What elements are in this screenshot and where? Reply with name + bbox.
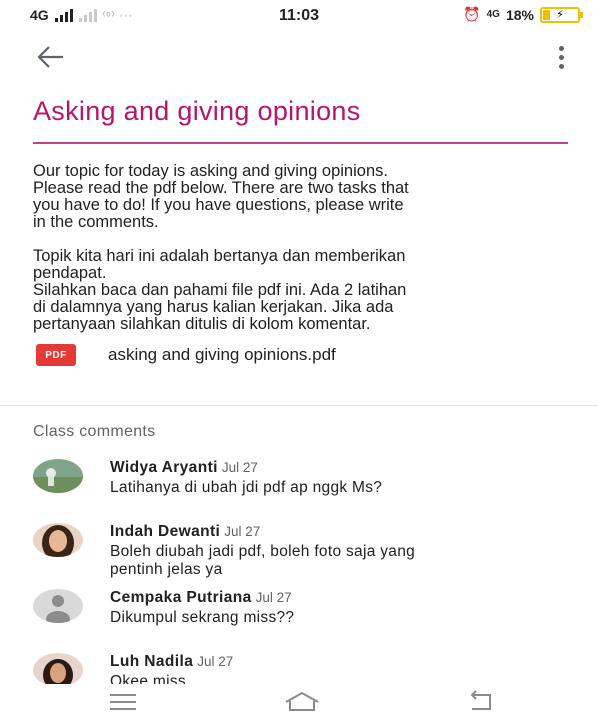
- assignment-description: Our topic for today is asking and giving…: [33, 163, 573, 350]
- attachment-name: asking and giving opinions.pdf: [108, 345, 336, 364]
- comment-author: Indah Dewanti: [110, 523, 221, 540]
- avatar: [33, 589, 83, 623]
- description-paragraph-indonesian: Topik kita hari ini adalah bertanya dan …: [33, 247, 407, 333]
- comment-body: Indah Dewanti Jul 27 Boleh diubah jadi pd…: [110, 523, 570, 579]
- comment-author: Luh Nadila: [110, 653, 194, 670]
- comment-date: Jul 27: [221, 460, 258, 475]
- battery-icon: ⚡: [540, 6, 583, 23]
- comment-body: Widya Aryanti Jul 27 Latihanya di ubah jd…: [110, 459, 570, 497]
- back-arrow-icon[interactable]: [36, 44, 66, 70]
- title-divider: [33, 142, 568, 144]
- comment-author: Widya Aryanti: [110, 459, 218, 476]
- comment-date: Jul 27: [224, 524, 261, 539]
- comment-date: Jul 27: [255, 590, 292, 605]
- status-bar: 4G ⁽ᵒ⁾ ··· 11:03 ⏰ 4G 18% ⚡: [0, 0, 598, 32]
- home-icon[interactable]: [282, 688, 322, 714]
- menu-icon[interactable]: [110, 694, 136, 710]
- class-comments-header[interactable]: Class comments: [33, 423, 155, 441]
- battery-percent: 18%: [505, 6, 534, 23]
- comment-date: Jul 27: [197, 654, 234, 669]
- attachment-item[interactable]: PDF asking and giving opinions.pdf: [36, 344, 336, 366]
- avatar: [33, 523, 83, 557]
- app-bar: [0, 32, 598, 82]
- comment-text: Dikumpul sekrang miss??: [110, 609, 295, 626]
- network-right: 4G: [486, 9, 500, 20]
- avatar: [33, 653, 83, 687]
- page-title: Asking and giving opinions: [33, 96, 361, 126]
- comment-text: Boleh diubah jadi pdf, boleh foto saja y…: [110, 543, 416, 578]
- system-nav-bar: [0, 684, 598, 719]
- more-options-icon[interactable]: [554, 42, 568, 72]
- nav-back-icon[interactable]: [466, 689, 496, 713]
- comment-body: Cempaka Putriana Jul 27 Dikumpul sekrang …: [110, 589, 570, 627]
- comment-text: Latihanya di ubah jdi pdf ap nggk Ms?: [110, 479, 383, 496]
- avatar: [33, 459, 83, 493]
- comment-author: Cempaka Putriana: [110, 589, 252, 606]
- alarm-icon: ⏰: [463, 6, 481, 22]
- pdf-icon: PDF: [36, 344, 76, 366]
- section-divider: [0, 405, 598, 406]
- status-right: ⏰ 4G 18% ⚡: [463, 6, 583, 23]
- description-paragraph-english: Our topic for today is asking and giving…: [33, 162, 409, 231]
